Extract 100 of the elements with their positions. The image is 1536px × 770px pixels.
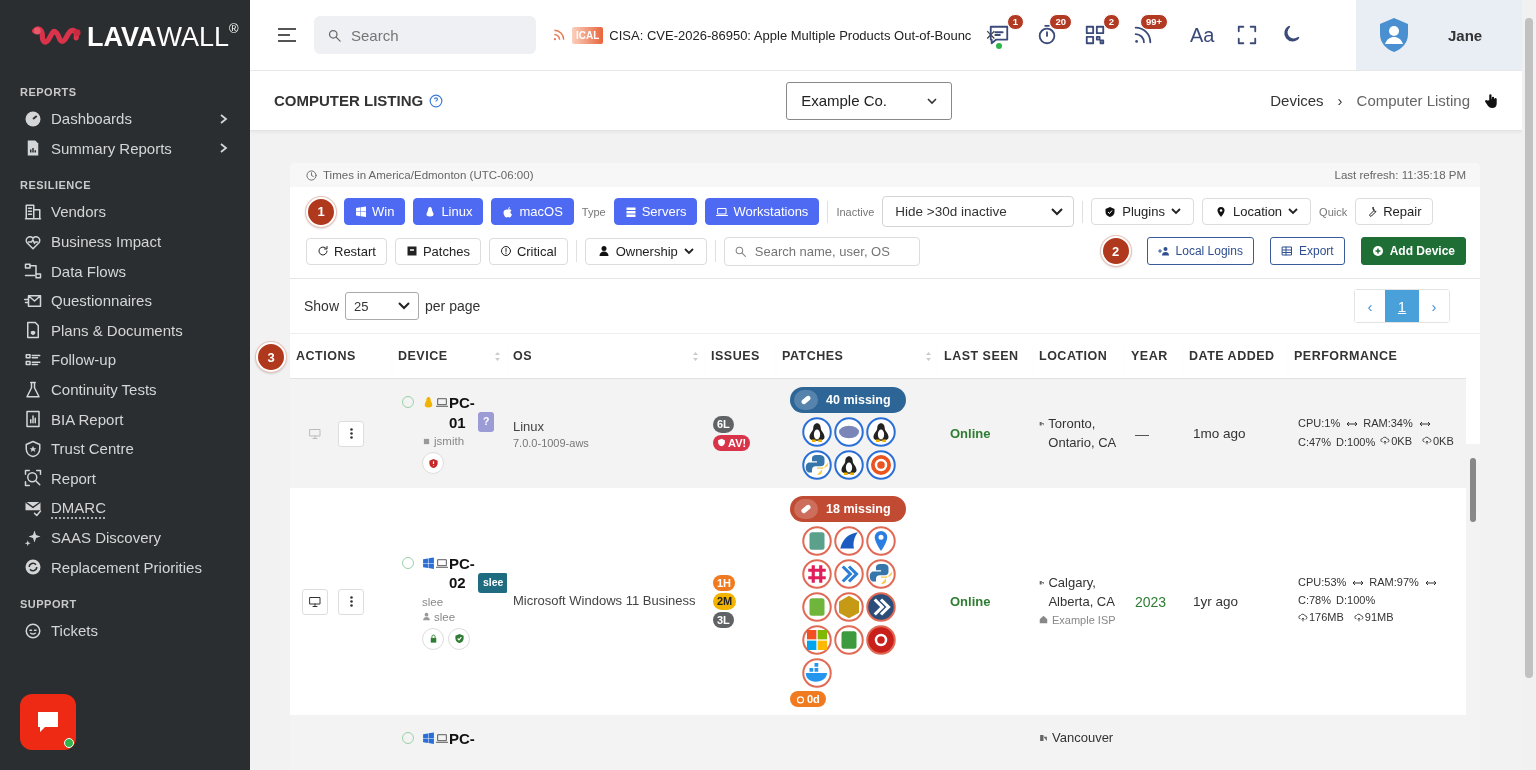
page-title: COMPUTER LISTING	[274, 92, 424, 109]
sidebar-item[interactable]: Business Impact	[0, 226, 250, 257]
laptop-icon	[716, 205, 729, 218]
disk-usage: C:47%	[1298, 435, 1332, 451]
company-select[interactable]: Example Co.	[786, 81, 953, 120]
pin-icon	[1214, 205, 1227, 218]
step-marker: 3	[256, 342, 286, 372]
dropdown-button[interactable]: Plugins	[1091, 198, 1194, 225]
shield-icon	[1104, 205, 1117, 218]
action-button[interactable]: Export	[1269, 237, 1345, 265]
sidebar-item[interactable]: Questionnaires	[0, 285, 250, 316]
count-badge: 20	[1049, 14, 1072, 31]
chevron-down-icon	[1170, 208, 1181, 215]
filter-toggle[interactable]: Workstations	[705, 198, 820, 225]
notification-button[interactable]: 2	[1084, 14, 1120, 46]
font-size-button[interactable]: Aa	[1190, 23, 1215, 47]
breadcrumb-link[interactable]: Devices	[1270, 92, 1324, 109]
sort-icon	[692, 350, 699, 362]
upload-amount: 0KB	[1391, 433, 1412, 449]
sidebar-item[interactable]: Follow-up	[0, 345, 250, 375]
action-button[interactable]: Add Device	[1360, 237, 1466, 265]
remote-button[interactable]	[302, 588, 328, 615]
missing-patches-pill: 40 missing	[790, 387, 906, 413]
laptop-icon	[435, 556, 449, 570]
filter-toggle[interactable]: Servers	[613, 198, 698, 225]
building-icon	[1039, 578, 1045, 588]
timer-icon	[796, 694, 805, 704]
more-button[interactable]	[338, 420, 364, 447]
dropdown-button[interactable]: Location	[1201, 198, 1312, 225]
cpu-usage: CPU:1%	[1298, 416, 1341, 431]
user-name: slee	[434, 610, 456, 623]
fullscreen-button[interactable]	[1236, 24, 1259, 46]
filter-toggle[interactable]: Linux	[413, 198, 484, 225]
flow-icon	[24, 262, 42, 281]
sidebar-item[interactable]: Report	[0, 463, 250, 494]
alert-icon	[499, 245, 512, 257]
menu-button[interactable]	[276, 26, 298, 44]
sidebar-item[interactable]: BIA Report	[0, 404, 250, 434]
notification-button[interactable]: 20	[1036, 14, 1072, 46]
quick-action-button[interactable]: Patches	[394, 237, 481, 265]
download-amount: 0KB	[1432, 433, 1454, 449]
clock-icon	[306, 169, 317, 181]
kebab-icon	[349, 596, 353, 607]
sort-icon	[925, 350, 932, 362]
sort-icon	[494, 350, 501, 362]
sidebar-item[interactable]: Data Flows	[0, 256, 250, 286]
apple-icon	[502, 205, 515, 218]
search-field[interactable]: Search	[314, 16, 536, 54]
chart-doc-icon	[24, 410, 42, 429]
sidebar-item[interactable]: DMARC	[0, 493, 250, 523]
laptop-icon	[435, 732, 449, 745]
quick-action-button[interactable]: Repair	[1355, 198, 1433, 225]
arrows-icon	[1418, 419, 1431, 428]
bandage-icon	[799, 502, 813, 516]
breadcrumb-current: Computer Listing	[1356, 92, 1470, 109]
device-tag: slee	[478, 572, 509, 593]
sidebar-item[interactable]: SAAS Discovery	[0, 522, 250, 553]
kebab-icon	[349, 428, 353, 439]
step-marker: 2	[1100, 236, 1131, 266]
quick-action-button[interactable]: Restart	[306, 237, 387, 265]
device-search-field[interactable]: Search name, user, OS	[723, 236, 920, 266]
action-button[interactable]: Local Logins	[1146, 237, 1254, 265]
filter-toggle[interactable]: macOS	[491, 198, 574, 225]
sidebar-item[interactable]: Plans & Documents	[0, 315, 250, 346]
disk-usage: C:78%	[1298, 592, 1332, 608]
sidebar-item[interactable]: Replacement Priorities	[0, 552, 250, 582]
chevron-down-icon	[927, 96, 938, 105]
date-added-text: 1mo ago	[1193, 426, 1246, 441]
count-badge: 2	[1102, 14, 1120, 31]
feed-icon	[1132, 24, 1154, 46]
search-icon	[327, 28, 342, 43]
sidebar-item[interactable]: Continuity Tests	[0, 374, 250, 405]
sidebar-item[interactable]: Trust Centre	[0, 433, 250, 464]
sidebar-item[interactable]: Summary Reports	[0, 133, 250, 164]
page-size-select[interactable]: 25	[345, 292, 420, 320]
chat-button[interactable]	[20, 694, 76, 750]
filter-toggle[interactable]: Win	[344, 198, 406, 225]
page-size-label: Show	[304, 298, 340, 314]
issue-badge: AV!	[713, 434, 751, 451]
issue-badge: 2M	[713, 593, 737, 610]
spreadsheet-icon	[1280, 245, 1293, 257]
sidebar-item[interactable]: Vendors	[0, 197, 250, 227]
sidebar-item[interactable]: Dashboards	[0, 104, 250, 134]
page-size-label: per page	[425, 298, 481, 314]
speech-bubble-icon	[35, 710, 61, 734]
count-badge: 1	[1006, 14, 1024, 31]
severity-tag: ICAL	[572, 26, 604, 44]
upload-icon	[1380, 436, 1391, 447]
shield-alert-icon	[427, 457, 439, 469]
ram-usage: RAM:34%	[1363, 416, 1413, 431]
dropdown-button[interactable]: Ownership	[584, 237, 707, 265]
search-icon	[733, 244, 747, 258]
location-text: Toronto, Ontario, CA	[1048, 414, 1118, 452]
more-button[interactable]	[338, 588, 364, 615]
quick-action-button[interactable]: Critical	[488, 237, 568, 265]
wrench-icon	[1366, 205, 1379, 218]
sidebar-item[interactable]: Tickets	[0, 615, 250, 646]
os-name: Linux	[513, 418, 546, 437]
document-icon	[24, 321, 42, 340]
notification-button[interactable]: 99+	[1132, 14, 1168, 46]
